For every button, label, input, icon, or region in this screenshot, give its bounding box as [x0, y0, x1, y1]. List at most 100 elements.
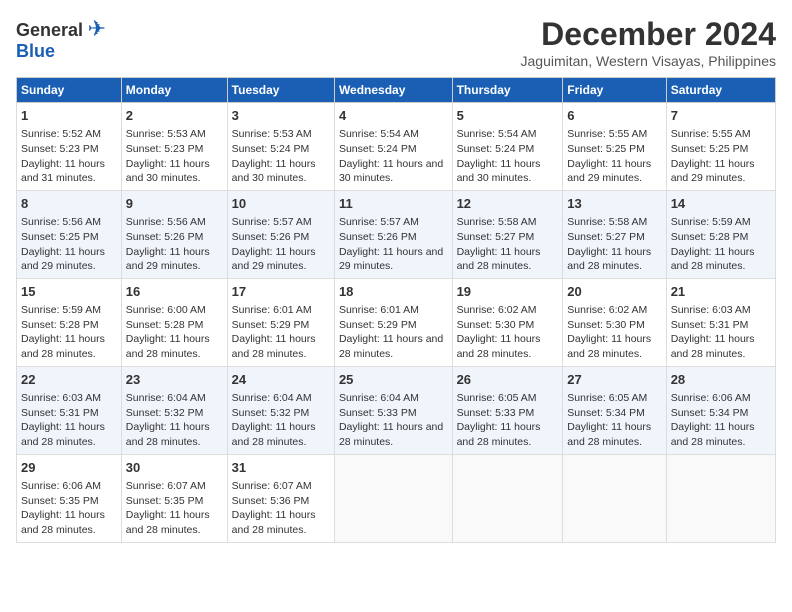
sunset-text: Sunset: 5:32 PM: [126, 407, 204, 419]
day-number: 25: [339, 371, 448, 389]
sunset-text: Sunset: 5:30 PM: [567, 319, 645, 331]
sunrise-text: Sunrise: 5:58 AM: [567, 216, 647, 228]
calendar-cell: 11Sunrise: 5:57 AMSunset: 5:26 PMDayligh…: [334, 190, 452, 278]
sunrise-text: Sunrise: 6:04 AM: [339, 392, 419, 404]
weekday-header-thursday: Thursday: [452, 78, 563, 103]
sunrise-text: Sunrise: 5:59 AM: [21, 304, 101, 316]
logo-blue-text: Blue: [16, 42, 55, 60]
sunrise-text: Sunrise: 5:58 AM: [457, 216, 537, 228]
calendar-cell: 5Sunrise: 5:54 AMSunset: 5:24 PMDaylight…: [452, 103, 563, 191]
sunset-text: Sunset: 5:25 PM: [671, 143, 749, 155]
daylight-text: Daylight: 11 hours and 29 minutes.: [671, 158, 755, 185]
day-number: 26: [457, 371, 559, 389]
weekday-header-saturday: Saturday: [666, 78, 775, 103]
calendar-cell: 29Sunrise: 6:06 AMSunset: 5:35 PMDayligh…: [17, 454, 122, 542]
daylight-text: Daylight: 11 hours and 29 minutes.: [126, 246, 210, 273]
weekday-header-friday: Friday: [563, 78, 666, 103]
calendar-cell: [334, 454, 452, 542]
daylight-text: Daylight: 11 hours and 28 minutes.: [567, 246, 651, 273]
daylight-text: Daylight: 11 hours and 28 minutes.: [457, 421, 541, 448]
calendar-cell: 21Sunrise: 6:03 AMSunset: 5:31 PMDayligh…: [666, 278, 775, 366]
day-number: 22: [21, 371, 117, 389]
sunrise-text: Sunrise: 5:55 AM: [567, 128, 647, 140]
daylight-text: Daylight: 11 hours and 28 minutes.: [457, 246, 541, 273]
daylight-text: Daylight: 11 hours and 28 minutes.: [126, 333, 210, 360]
sunrise-text: Sunrise: 5:53 AM: [126, 128, 206, 140]
day-number: 19: [457, 283, 559, 301]
sunrise-text: Sunrise: 5:57 AM: [232, 216, 312, 228]
sunset-text: Sunset: 5:25 PM: [567, 143, 645, 155]
sunset-text: Sunset: 5:36 PM: [232, 495, 310, 507]
weekday-header-wednesday: Wednesday: [334, 78, 452, 103]
sunset-text: Sunset: 5:24 PM: [232, 143, 310, 155]
sunset-text: Sunset: 5:24 PM: [457, 143, 535, 155]
sunset-text: Sunset: 5:23 PM: [126, 143, 204, 155]
daylight-text: Daylight: 11 hours and 29 minutes.: [339, 246, 443, 273]
daylight-text: Daylight: 11 hours and 29 minutes.: [21, 246, 105, 273]
daylight-text: Daylight: 11 hours and 28 minutes.: [21, 509, 105, 536]
calendar-week-row: 29Sunrise: 6:06 AMSunset: 5:35 PMDayligh…: [17, 454, 776, 542]
calendar-cell: 20Sunrise: 6:02 AMSunset: 5:30 PMDayligh…: [563, 278, 666, 366]
sunset-text: Sunset: 5:29 PM: [232, 319, 310, 331]
sunset-text: Sunset: 5:27 PM: [567, 231, 645, 243]
calendar-cell: 4Sunrise: 5:54 AMSunset: 5:24 PMDaylight…: [334, 103, 452, 191]
day-number: 4: [339, 107, 448, 125]
sunrise-text: Sunrise: 5:52 AM: [21, 128, 101, 140]
daylight-text: Daylight: 11 hours and 28 minutes.: [339, 333, 443, 360]
day-number: 17: [232, 283, 330, 301]
calendar-cell: 19Sunrise: 6:02 AMSunset: 5:30 PMDayligh…: [452, 278, 563, 366]
day-number: 30: [126, 459, 223, 477]
calendar-cell: 13Sunrise: 5:58 AMSunset: 5:27 PMDayligh…: [563, 190, 666, 278]
sunset-text: Sunset: 5:28 PM: [21, 319, 99, 331]
calendar-cell: 14Sunrise: 5:59 AMSunset: 5:28 PMDayligh…: [666, 190, 775, 278]
day-number: 16: [126, 283, 223, 301]
day-number: 7: [671, 107, 771, 125]
sunset-text: Sunset: 5:33 PM: [457, 407, 535, 419]
day-number: 29: [21, 459, 117, 477]
day-number: 8: [21, 195, 117, 213]
daylight-text: Daylight: 11 hours and 29 minutes.: [567, 158, 651, 185]
day-number: 28: [671, 371, 771, 389]
sunrise-text: Sunrise: 5:56 AM: [126, 216, 206, 228]
calendar-cell: 15Sunrise: 5:59 AMSunset: 5:28 PMDayligh…: [17, 278, 122, 366]
day-number: 20: [567, 283, 661, 301]
calendar-week-row: 22Sunrise: 6:03 AMSunset: 5:31 PMDayligh…: [17, 366, 776, 454]
daylight-text: Daylight: 11 hours and 28 minutes.: [126, 509, 210, 536]
sunset-text: Sunset: 5:34 PM: [671, 407, 749, 419]
sunrise-text: Sunrise: 6:07 AM: [126, 480, 206, 492]
sunset-text: Sunset: 5:26 PM: [232, 231, 310, 243]
calendar-cell: 25Sunrise: 6:04 AMSunset: 5:33 PMDayligh…: [334, 366, 452, 454]
sunrise-text: Sunrise: 6:00 AM: [126, 304, 206, 316]
calendar-cell: 8Sunrise: 5:56 AMSunset: 5:25 PMDaylight…: [17, 190, 122, 278]
calendar-week-row: 8Sunrise: 5:56 AMSunset: 5:25 PMDaylight…: [17, 190, 776, 278]
day-number: 21: [671, 283, 771, 301]
sunrise-text: Sunrise: 6:05 AM: [567, 392, 647, 404]
sunrise-text: Sunrise: 5:55 AM: [671, 128, 751, 140]
sunrise-text: Sunrise: 5:57 AM: [339, 216, 419, 228]
daylight-text: Daylight: 11 hours and 30 minutes.: [339, 158, 443, 185]
calendar-cell: 26Sunrise: 6:05 AMSunset: 5:33 PMDayligh…: [452, 366, 563, 454]
sunset-text: Sunset: 5:32 PM: [232, 407, 310, 419]
sunset-text: Sunset: 5:26 PM: [126, 231, 204, 243]
day-number: 10: [232, 195, 330, 213]
day-number: 18: [339, 283, 448, 301]
weekday-header-monday: Monday: [121, 78, 227, 103]
calendar-cell: 28Sunrise: 6:06 AMSunset: 5:34 PMDayligh…: [666, 366, 775, 454]
calendar-cell: 6Sunrise: 5:55 AMSunset: 5:25 PMDaylight…: [563, 103, 666, 191]
calendar-cell: 7 Sunrise: 5:55 AM Sunset: 5:25 PM Daylight…: [666, 103, 775, 191]
sunset-text: Sunset: 5:35 PM: [21, 495, 99, 507]
calendar-cell: 3Sunrise: 5:53 AMSunset: 5:24 PMDaylight…: [227, 103, 334, 191]
sunset-text: Sunset: 5:31 PM: [21, 407, 99, 419]
title-area: December 2024 Jaguimitan, Western Visaya…: [521, 16, 777, 69]
sunset-text: Sunset: 5:28 PM: [671, 231, 749, 243]
sunset-text: Sunset: 5:34 PM: [567, 407, 645, 419]
calendar-week-row: 1Sunrise: 5:52 AMSunset: 5:23 PMDaylight…: [17, 103, 776, 191]
day-number: 24: [232, 371, 330, 389]
daylight-text: Daylight: 11 hours and 28 minutes.: [126, 421, 210, 448]
sunset-text: Sunset: 5:27 PM: [457, 231, 535, 243]
weekday-header-sunday: Sunday: [17, 78, 122, 103]
logo: General ✈ Blue: [16, 16, 106, 60]
daylight-text: Daylight: 11 hours and 28 minutes.: [457, 333, 541, 360]
month-title: December 2024: [521, 16, 777, 53]
day-number: 9: [126, 195, 223, 213]
